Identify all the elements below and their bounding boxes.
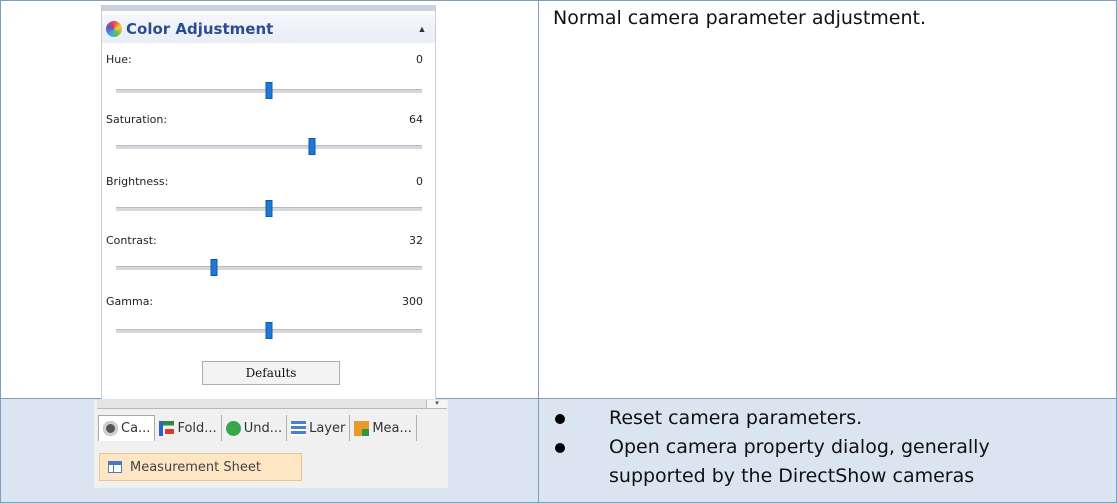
panel-top-border: [102, 5, 435, 11]
hue-slider[interactable]: [116, 82, 422, 100]
tab-measurement[interactable]: Mea...: [350, 415, 417, 441]
scroll-down-icon[interactable]: ▾: [426, 400, 447, 408]
brightness-slider[interactable]: [116, 200, 422, 218]
undo-icon: [225, 420, 241, 436]
panel-title: Color Adjustment: [126, 20, 274, 38]
bullet-icon: [555, 414, 565, 424]
tab-camera[interactable]: Ca...: [98, 415, 156, 441]
saturation-slider[interactable]: [116, 138, 422, 156]
contrast-value: 32: [409, 234, 423, 247]
tab-bar: Ca... Fold... Und... Layer Mea...: [98, 415, 417, 441]
hue-label: Hue:: [106, 53, 132, 66]
bullet-icon: [555, 443, 565, 453]
table-cell-tab-strip: ▾ Ca... Fold... Und... Layer Mea... Meas…: [1, 399, 538, 502]
gamma-value: 300: [402, 295, 423, 308]
slider-thumb[interactable]: [308, 138, 316, 155]
bullet-text: Open camera property dialog, generally: [609, 436, 990, 458]
saturation-label: Saturation:: [106, 113, 168, 126]
gamma-slider[interactable]: [116, 322, 422, 340]
tab-label: Ca...: [121, 421, 151, 436]
table-cell-description-1: Normal camera parameter adjustment.: [539, 1, 1116, 398]
table-cell-color-panel: Color Adjustment ▲ Hue: 0 Saturation: 64…: [1, 1, 538, 399]
saturation-value: 64: [409, 113, 423, 126]
tab-layer[interactable]: Layer: [287, 415, 351, 441]
contrast-label: Contrast:: [106, 234, 157, 247]
slider-track: [116, 145, 422, 149]
layer-icon: [291, 420, 307, 436]
defaults-button[interactable]: Defaults: [202, 361, 340, 385]
collapse-button[interactable]: ▲: [409, 15, 435, 43]
color-wheel-icon: [106, 21, 122, 37]
folder-tree-icon: [159, 420, 175, 436]
slider-track: [116, 266, 422, 270]
tab-folder[interactable]: Fold...: [155, 415, 222, 441]
tab-label: Layer: [309, 420, 346, 436]
gamma-label: Gamma:: [106, 295, 154, 308]
camera-icon: [103, 421, 118, 436]
document-table: Color Adjustment ▲ Hue: 0 Saturation: 64…: [0, 0, 1117, 503]
bullet-text: Reset camera parameters.: [609, 407, 863, 429]
tab-label: Und...: [243, 420, 283, 436]
sheet-icon: [108, 461, 122, 473]
brightness-value: 0: [416, 175, 423, 188]
color-adjustment-panel: Color Adjustment ▲ Hue: 0 Saturation: 64…: [101, 5, 436, 399]
measurement-sheet-tab[interactable]: Measurement Sheet: [99, 453, 302, 481]
sheet-tab-label: Measurement Sheet: [130, 459, 261, 475]
slider-thumb[interactable]: [265, 322, 273, 339]
panel-scroll-area[interactable]: ▾: [97, 400, 447, 409]
tab-label: Mea...: [372, 420, 412, 436]
tab-undo[interactable]: Und...: [221, 415, 288, 441]
slider-thumb[interactable]: [265, 200, 273, 217]
measurement-icon: [354, 420, 370, 436]
panel-header[interactable]: Color Adjustment ▲: [102, 15, 435, 43]
slider-thumb[interactable]: [210, 259, 218, 276]
slider-thumb[interactable]: [265, 82, 273, 99]
table-cell-description-2: Reset camera parameters. Open camera pro…: [539, 399, 1116, 502]
brightness-label: Brightness:: [106, 175, 169, 188]
contrast-slider[interactable]: [116, 259, 422, 277]
description-text: Normal camera parameter adjustment.: [553, 7, 927, 29]
tab-label: Fold...: [177, 420, 217, 436]
bullet-text: supported by the DirectShow cameras: [609, 465, 975, 487]
tab-strip-panel: ▾ Ca... Fold... Und... Layer Mea... Meas…: [94, 400, 448, 488]
hue-value: 0: [416, 53, 423, 66]
